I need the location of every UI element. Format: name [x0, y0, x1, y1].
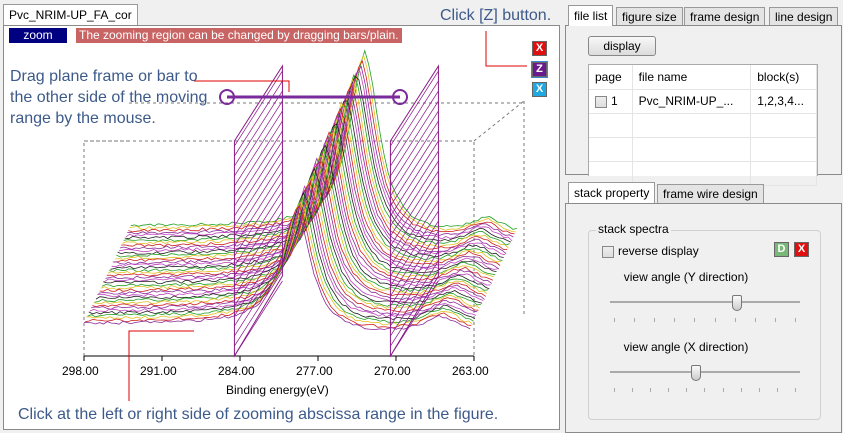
hatch-line: [234, 91, 282, 166]
x-tick-label: 277.00: [296, 364, 333, 378]
d-button[interactable]: D: [774, 242, 789, 257]
table-row[interactable]: 1 Pvc_NRIM-UP_... 1,2,3,4...: [589, 89, 817, 113]
zoom-plane-right: [390, 66, 438, 356]
col-page[interactable]: page: [589, 65, 632, 89]
zoom-plane-left: [234, 66, 282, 356]
hatch-line: [390, 121, 438, 196]
hatch-line: [234, 81, 282, 156]
col-file-name[interactable]: file name: [632, 65, 751, 89]
stack-property-panel: stack spectra reverse display D X view a…: [565, 203, 842, 433]
file-cell: Pvc_NRIM-UP_...: [632, 89, 751, 113]
x-axis-label: Binding energy(eV): [226, 383, 329, 397]
x-tick-label: 291.00: [140, 364, 177, 378]
x-tick-label: 298.00: [62, 364, 99, 378]
tab-line-design[interactable]: line design: [769, 7, 838, 25]
hatch-line: [234, 141, 282, 216]
file-table: page file name block(s) 1 Pvc_NRIM-UP_... 1,…: [588, 64, 818, 176]
col-blocks[interactable]: block(s): [751, 65, 817, 89]
hatch-line: [234, 101, 282, 176]
click-side-note: Click at the left or right side of zoomi…: [18, 404, 498, 425]
plot-area[interactable]: zoom The zooming region can be changed b…: [3, 25, 560, 430]
zoom-z-button[interactable]: Z: [532, 62, 547, 77]
hatch-line: [390, 131, 438, 206]
close-x-button[interactable]: X: [532, 41, 547, 56]
hatch-line: [234, 121, 282, 196]
hatch-line: [390, 111, 438, 186]
group-title: stack spectra: [596, 222, 671, 236]
tab-figure-size[interactable]: figure size: [616, 7, 683, 25]
reverse-display-checkbox[interactable]: reverse display: [602, 244, 699, 258]
x-tick-label: 284.00: [218, 364, 255, 378]
display-button[interactable]: display: [588, 36, 656, 56]
hatch-line: [390, 141, 438, 216]
slider-y-label: view angle (Y direction): [566, 270, 806, 284]
x-tick-label: 270.00: [374, 364, 411, 378]
hatch-line: [234, 221, 282, 296]
view-angle-y-slider[interactable]: [610, 295, 800, 325]
hatch-line: [234, 151, 282, 226]
drag-note: Drag plane frame or bar to the other side…: [10, 66, 207, 129]
slider-thumb[interactable]: [732, 295, 742, 311]
hatch-line: [390, 201, 438, 276]
hatch-line: [234, 111, 282, 186]
slider-x-label: view angle (X direction): [566, 340, 806, 354]
tab-file-list[interactable]: file list: [568, 5, 613, 26]
tab-stack-property[interactable]: stack property: [568, 182, 655, 203]
file-list-panel: display page file name block(s) 1 Pvc_NRIM-…: [565, 25, 842, 175]
row-checkbox[interactable]: [595, 96, 607, 108]
x-button[interactable]: X: [794, 242, 809, 257]
annotation-arrow: [486, 31, 527, 66]
view-angle-x-slider[interactable]: [610, 365, 800, 395]
hatch-line: [390, 101, 438, 176]
x-cyan-button[interactable]: X: [532, 82, 547, 97]
x-tick-label: 263.00: [452, 364, 489, 378]
hatch-line: [234, 71, 282, 146]
hatch-line: [234, 131, 282, 206]
tab-frame-design[interactable]: frame design: [684, 7, 765, 25]
hatch-line: [390, 81, 438, 156]
hatch-line: [390, 71, 438, 146]
page-cell: 1: [611, 94, 618, 108]
tab-frame-wire-design[interactable]: frame wire design: [657, 184, 764, 203]
slider-thumb[interactable]: [691, 365, 701, 381]
hatch-line: [390, 151, 438, 226]
click-z-note: Click [Z] button.: [440, 5, 551, 26]
hatch-line: [390, 91, 438, 166]
blocks-cell: 1,2,3,4...: [751, 89, 817, 113]
tab-spectrum[interactable]: Pvc_NRIM-UP_FA_cor: [3, 4, 138, 25]
